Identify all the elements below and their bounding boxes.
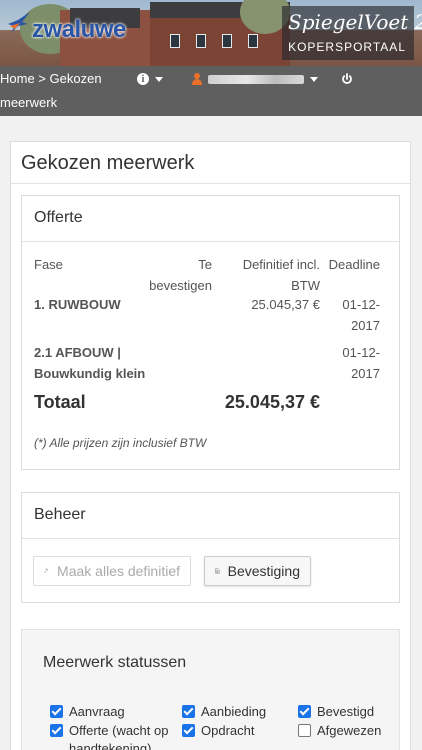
document-icon: [215, 568, 220, 574]
project-logo: SpiegelVoet 2 KOPERSPORTAAL: [282, 6, 422, 60]
status-label: Bevestigd: [317, 704, 375, 719]
status-checkbox-aanbieding[interactable]: Aanbieding: [182, 703, 309, 721]
zwaluwe-logo[interactable]: zwaluwe: [8, 6, 148, 46]
chevron-down-icon: [310, 76, 318, 82]
offerte-title: Offerte: [22, 196, 399, 242]
btw-note: (*) Alle prijzen zijn inclusief BTW: [34, 436, 207, 450]
status-checkbox-aanvraag[interactable]: Aanvraag: [50, 703, 177, 721]
status-checkbox-offerte[interactable]: Offerte (wacht op handtekening): [50, 722, 177, 750]
main-panel: Gekozen meerwerk Offerte Fase Te bevesti…: [10, 141, 411, 750]
row-deadline-2: 2017: [351, 318, 380, 333]
checkbox-checked[interactable]: [50, 705, 63, 718]
col-header-definitief-2: BTW: [291, 278, 320, 293]
checkbox-checked[interactable]: [50, 724, 63, 737]
info-icon: i: [137, 73, 149, 85]
row-deadline: 01-12-: [342, 297, 380, 312]
project-logo-title: SpiegelVoet 2: [288, 10, 422, 34]
bird-icon: [8, 12, 30, 32]
user-icon: [192, 73, 202, 85]
user-menu-button[interactable]: [192, 70, 318, 88]
checkbox-checked[interactable]: [182, 724, 195, 737]
row-definitief: 25.045,37 €: [251, 297, 320, 312]
banner-window: [248, 34, 258, 48]
col-header-bevestigen-2: bevestigen: [149, 278, 212, 293]
status-checkbox-afgewezen[interactable]: Afgewezen: [298, 722, 397, 740]
statussen-title: Meerwerk statussen: [43, 654, 187, 671]
col-header-bevestigen: Te: [198, 257, 212, 272]
logo-text: zwaluwe: [32, 16, 126, 43]
row-deadline-2: 2017: [351, 366, 380, 381]
status-label: Offerte (wacht op handtekening): [69, 723, 169, 750]
breadcrumb: Home > Gekozen: [0, 72, 102, 86]
col-header-fase: Fase: [34, 257, 63, 272]
row-fase-2: Bouwkundig klein: [34, 366, 146, 381]
beheer-title: Beheer: [22, 493, 399, 539]
offerte-card: Offerte Fase Te bevestigen Definitief in…: [21, 195, 400, 470]
power-icon: [342, 73, 352, 84]
top-nav: Home > Gekozen meerwerk i: [0, 66, 422, 116]
row-deadline: 01-12-: [342, 345, 380, 360]
make-all-definitive-label: Maak alles definitief: [57, 563, 180, 579]
status-label: Afgewezen: [317, 723, 382, 738]
bevestiging-label: Bevestiging: [227, 563, 300, 579]
checkbox-checked[interactable]: [182, 705, 195, 718]
banner-window: [196, 34, 206, 48]
project-logo-subtitle: KOPERSPORTAAL: [288, 40, 406, 54]
totaal-value: 25.045,37 €: [224, 392, 320, 412]
info-menu-button[interactable]: i: [137, 70, 163, 88]
breadcrumb-current: Gekozen: [49, 71, 102, 86]
bevestiging-button[interactable]: Bevestiging: [204, 556, 311, 586]
status-label: Opdracht: [201, 723, 255, 738]
status-checkbox-bevestigd[interactable]: Bevestigd: [298, 703, 397, 721]
checkbox-checked[interactable]: [298, 705, 311, 718]
logout-button[interactable]: [341, 70, 353, 88]
breadcrumb-home[interactable]: Home: [0, 72, 35, 86]
statussen-card: Meerwerk statussen Aanvraag Aanbieding B…: [21, 629, 400, 750]
chevron-down-icon: [155, 76, 163, 82]
gavel-icon: [44, 568, 49, 574]
status-label: Aanvraag: [69, 704, 125, 719]
col-header-definitief: Definitief incl.: [242, 257, 320, 272]
checkbox-unchecked[interactable]: [298, 724, 311, 737]
make-all-definitive-button[interactable]: Maak alles definitief: [33, 556, 191, 586]
breadcrumb-current-cont: meerwerk: [0, 95, 58, 110]
banner-window: [170, 34, 180, 48]
totaal-label: Totaal: [34, 392, 86, 412]
page-title: Gekozen meerwerk: [11, 142, 410, 184]
header-banner: zwaluwe SpiegelVoet 2 KOPERSPORTAAL: [0, 0, 422, 66]
breadcrumb-separator: >: [34, 71, 50, 86]
row-fase: 1. RUWBOUW: [34, 297, 121, 312]
beheer-card: Beheer Maak alles definitief Bevestiging: [21, 492, 400, 603]
row-fase: 2.1 AFBOUW |: [34, 345, 121, 360]
banner-window: [222, 34, 232, 48]
status-label: Aanbieding: [201, 704, 267, 719]
status-checkbox-opdracht[interactable]: Opdracht: [182, 722, 309, 740]
user-name-redacted: [208, 74, 304, 84]
col-header-deadline: Deadline: [328, 257, 380, 272]
